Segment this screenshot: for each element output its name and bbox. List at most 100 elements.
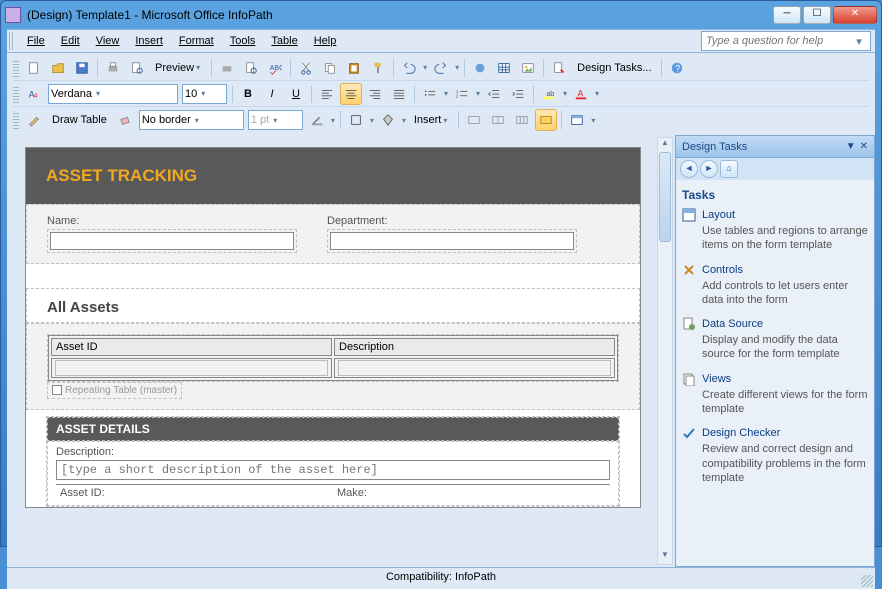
menu-edit[interactable]: Edit (53, 32, 88, 50)
task-controls[interactable]: Controls (682, 263, 868, 277)
insert-picture-icon[interactable] (517, 57, 539, 79)
menu-help[interactable]: Help (306, 32, 345, 50)
italic-icon[interactable]: I (261, 83, 283, 105)
paste-icon[interactable] (343, 57, 365, 79)
highlight-icon[interactable]: ab (538, 83, 560, 105)
back-icon[interactable]: ◄ (680, 160, 698, 178)
shading-dropdown[interactable]: ▾ (400, 116, 408, 125)
print-icon[interactable] (102, 57, 124, 79)
minimize-button[interactable]: ─ (773, 6, 801, 24)
increase-indent-icon[interactable] (507, 83, 529, 105)
split-cells-icon[interactable] (487, 109, 509, 131)
print-preview-icon[interactable] (126, 57, 148, 79)
scroll-up-icon[interactable]: ▲ (658, 138, 672, 152)
task-data-source[interactable]: Data Source (682, 317, 868, 331)
help-icon[interactable]: ? (666, 57, 688, 79)
preview-button[interactable]: Preview▾ (149, 57, 208, 79)
task-layout[interactable]: Layout (682, 208, 868, 222)
numbering-dropdown[interactable]: ▾ (474, 89, 482, 98)
shading-icon[interactable] (377, 109, 399, 131)
cells-icon-4[interactable] (535, 109, 557, 131)
toolbar-grip[interactable] (9, 32, 15, 50)
open-icon[interactable] (47, 57, 69, 79)
bullets-dropdown[interactable]: ▾ (442, 89, 450, 98)
form-title[interactable]: ASSET TRACKING (46, 166, 620, 186)
table-props-dropdown[interactable]: ▾ (589, 116, 597, 125)
justify-icon[interactable] (388, 83, 410, 105)
print-icon-2[interactable] (216, 57, 238, 79)
task-design-checker[interactable]: Design Checker (682, 426, 868, 440)
menu-view[interactable]: View (88, 32, 128, 50)
undo-dropdown[interactable]: ▾ (421, 63, 429, 72)
highlight-dropdown[interactable]: ▾ (561, 89, 569, 98)
undo-icon[interactable] (398, 57, 420, 79)
borders-dropdown[interactable]: ▾ (368, 116, 376, 125)
border-style-select[interactable]: No border▾ (139, 110, 244, 130)
task-pane-header[interactable]: Design Tasks ▼ ✕ (676, 136, 874, 158)
toolbar-grip[interactable] (13, 59, 19, 77)
description-input[interactable]: [type a short description of the asset h… (56, 460, 610, 480)
hyperlink-icon[interactable] (469, 57, 491, 79)
chevron-down-icon[interactable]: ▼ (846, 141, 856, 152)
menu-file[interactable]: File (19, 32, 53, 50)
cut-icon[interactable] (295, 57, 317, 79)
numbering-icon[interactable]: 12 (451, 83, 473, 105)
font-color-icon[interactable]: A (570, 83, 592, 105)
draw-table-icon[interactable] (23, 109, 45, 131)
insert-button[interactable]: Insert▾ (408, 109, 456, 131)
description-cell[interactable] (338, 360, 611, 376)
draw-table-button[interactable]: Draw Table (46, 109, 113, 131)
menu-format[interactable]: Format (171, 32, 222, 50)
copy-icon[interactable] (319, 57, 341, 79)
merge-cells-icon[interactable] (463, 109, 485, 131)
menu-table[interactable]: Table (263, 32, 305, 50)
name-input[interactable] (50, 232, 294, 250)
spellcheck-icon[interactable]: ABC (264, 57, 286, 79)
decrease-indent-icon[interactable] (483, 83, 505, 105)
underline-icon[interactable]: U (285, 83, 307, 105)
forward-icon[interactable]: ► (700, 160, 718, 178)
help-search-input[interactable] (702, 35, 852, 47)
design-tasks-button[interactable]: Design Tasks... (571, 57, 657, 79)
cells-icon-3[interactable] (511, 109, 533, 131)
toolbar-grip[interactable] (13, 111, 19, 129)
border-width-select[interactable]: 1 pt▾ (248, 110, 303, 130)
new-icon[interactable] (23, 57, 45, 79)
home-icon[interactable]: ⌂ (720, 160, 738, 178)
bold-icon[interactable]: B (237, 83, 259, 105)
border-color-dropdown[interactable]: ▾ (329, 116, 337, 125)
eraser-icon[interactable] (114, 109, 136, 131)
format-painter-icon[interactable] (367, 57, 389, 79)
borders-icon[interactable] (345, 109, 367, 131)
align-right-icon[interactable] (364, 83, 386, 105)
print-preview-icon-2[interactable] (240, 57, 262, 79)
font-size-select[interactable]: 10▾ (182, 84, 227, 104)
task-views[interactable]: Views (682, 372, 868, 386)
redo-icon[interactable] (430, 57, 452, 79)
vertical-scrollbar[interactable]: ▲ ▼ (657, 137, 673, 565)
assets-table[interactable]: Asset ID Description (48, 335, 618, 381)
menu-insert[interactable]: Insert (127, 32, 171, 50)
design-tasks-icon[interactable] (548, 57, 570, 79)
help-search[interactable]: ▾ (701, 31, 871, 51)
border-color-icon[interactable] (306, 109, 328, 131)
toolbar-grip[interactable] (13, 85, 19, 103)
close-icon[interactable]: ✕ (860, 141, 868, 152)
align-left-icon[interactable] (316, 83, 338, 105)
menu-tools[interactable]: Tools (222, 32, 264, 50)
table-props-icon[interactable] (566, 109, 588, 131)
chevron-down-icon[interactable]: ▾ (852, 35, 866, 48)
bullets-icon[interactable] (419, 83, 441, 105)
align-center-icon[interactable] (340, 83, 362, 105)
redo-dropdown[interactable]: ▾ (453, 63, 461, 72)
scroll-down-icon[interactable]: ▼ (658, 550, 672, 564)
resize-grip[interactable] (861, 575, 873, 587)
font-name-select[interactable]: Verdana▾ (48, 84, 178, 104)
scroll-thumb[interactable] (659, 152, 671, 242)
repeating-table-hint[interactable]: Repeating Table (master) (47, 382, 182, 399)
insert-table-icon[interactable] (493, 57, 515, 79)
asset-id-cell[interactable] (55, 360, 328, 376)
close-button[interactable]: ✕ (833, 6, 877, 24)
maximize-button[interactable]: ☐ (803, 6, 831, 24)
department-input[interactable] (330, 232, 574, 250)
